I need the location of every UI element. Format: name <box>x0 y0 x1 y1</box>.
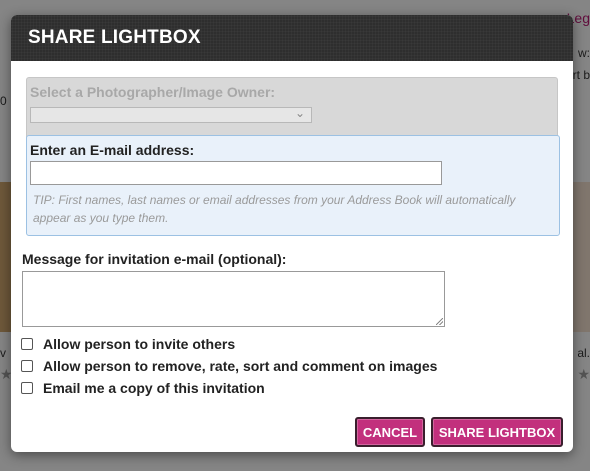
checkbox-email-copy[interactable] <box>21 382 33 394</box>
option-email-copy[interactable]: Email me a copy of this invitation <box>21 380 265 396</box>
option-label: Allow person to remove, rate, sort and c… <box>43 358 438 374</box>
dialog-title: SHARE LIGHTBOX <box>28 27 201 48</box>
owner-label: Select a Photographer/Image Owner: <box>30 84 276 100</box>
owner-section: Select a Photographer/Image Owner: ⌄ <box>26 77 558 141</box>
checkbox-allow-edit[interactable] <box>21 360 33 372</box>
option-allow-edit[interactable]: Allow person to remove, rate, sort and c… <box>21 358 437 374</box>
share-lightbox-button[interactable]: SHARE LIGHTBOX <box>431 417 563 447</box>
resize-grip-icon[interactable] <box>436 318 443 325</box>
email-input[interactable] <box>30 161 442 185</box>
share-lightbox-dialog: SHARE LIGHTBOX Select a Photographer/Ima… <box>11 15 573 452</box>
dialog-header: SHARE LIGHTBOX <box>11 15 573 61</box>
chevron-down-icon: ⌄ <box>294 106 305 120</box>
email-label: Enter an E-mail address: <box>30 142 195 158</box>
checkbox-invite-others[interactable] <box>21 338 33 350</box>
owner-select[interactable]: ⌄ <box>30 106 312 123</box>
cancel-button[interactable]: CANCEL <box>355 417 425 447</box>
message-label: Message for invitation e-mail (optional)… <box>22 251 287 267</box>
option-label: Email me a copy of this invitation <box>43 380 265 396</box>
option-invite-others[interactable]: Allow person to invite others <box>21 336 235 352</box>
email-section: Enter an E-mail address: TIP: First name… <box>26 135 560 236</box>
email-tip: TIP: First names, last names or email ad… <box>33 193 516 225</box>
option-label: Allow person to invite others <box>43 336 236 352</box>
message-textarea[interactable] <box>22 271 445 327</box>
